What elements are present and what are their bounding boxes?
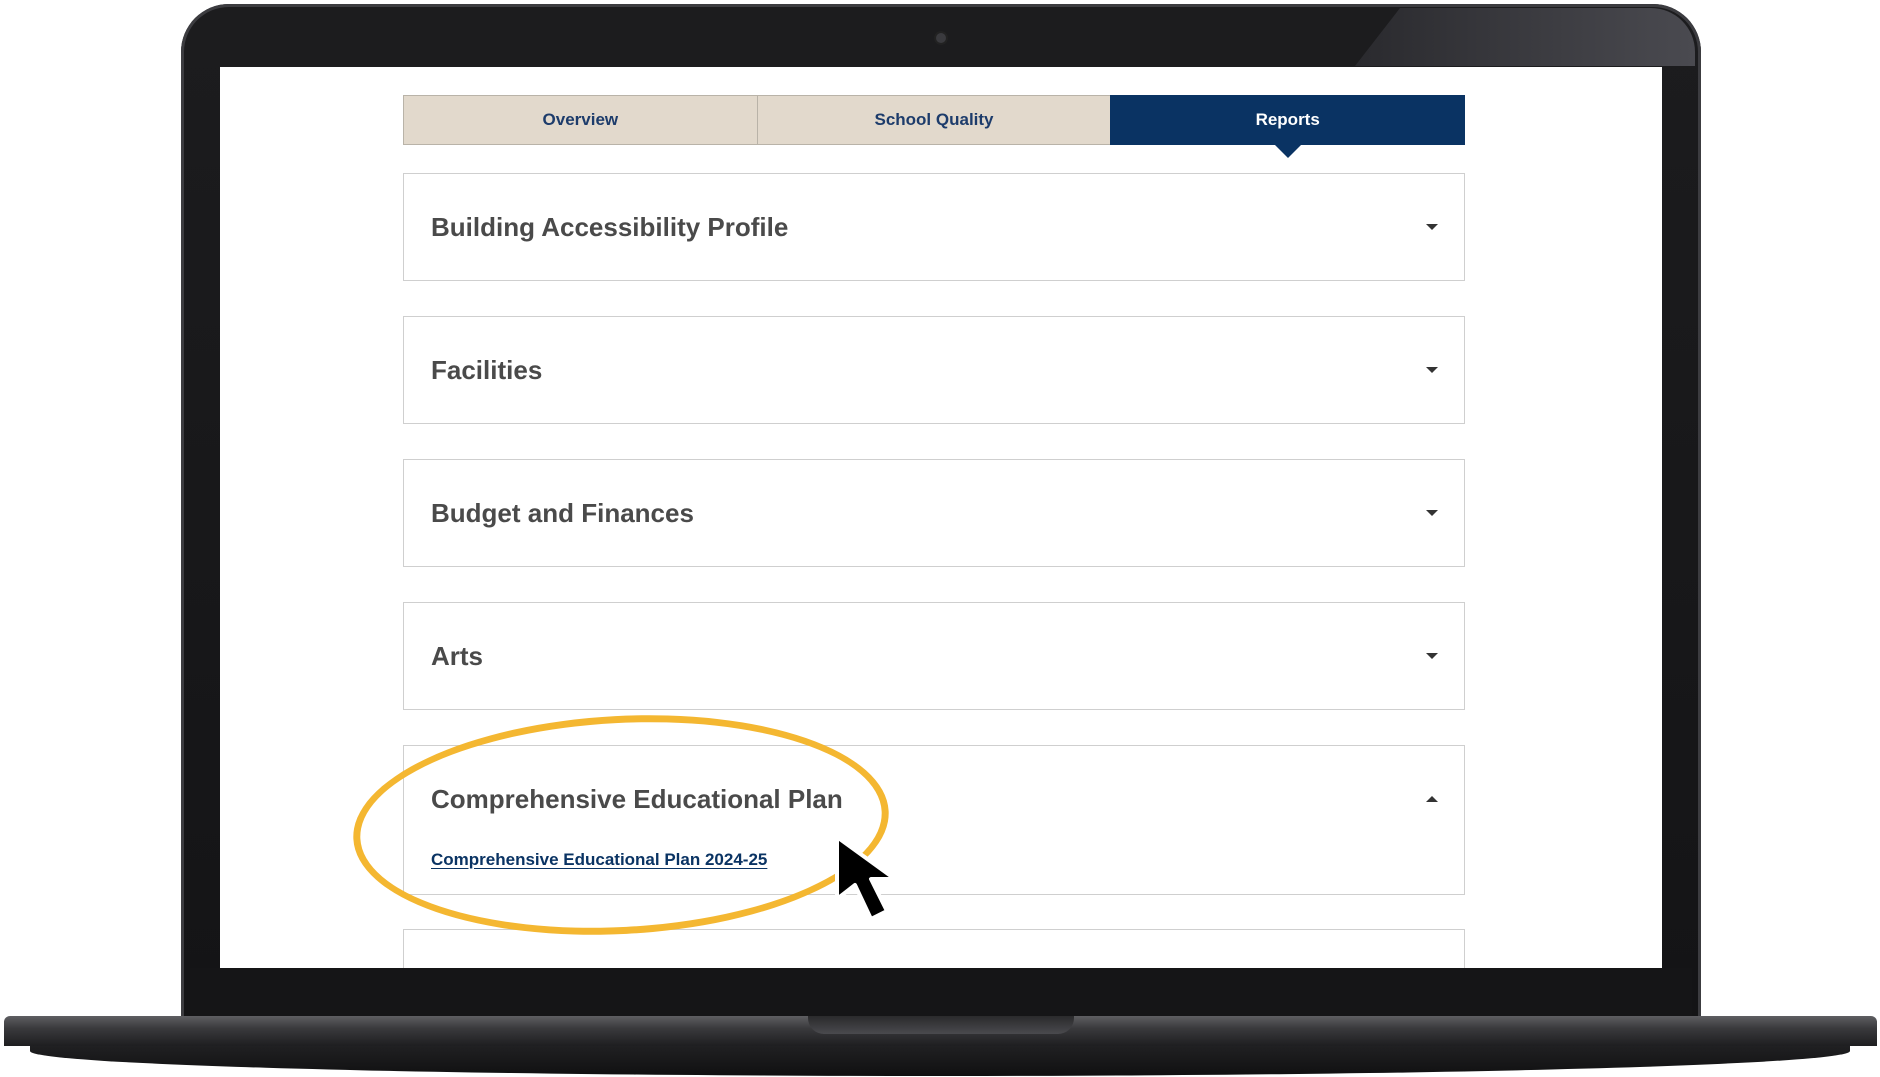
accordion-title: Arts bbox=[431, 640, 484, 671]
accordion-title: Budget and Finances bbox=[431, 497, 694, 528]
tab-reports[interactable]: Reports bbox=[1110, 95, 1466, 158]
accordion-next bbox=[403, 929, 1465, 968]
tab-overview[interactable]: Overview bbox=[403, 95, 757, 145]
lid-glare bbox=[1355, 8, 1695, 66]
accordion-building-accessibility: Building Accessibility Profile bbox=[403, 173, 1465, 281]
accordion-header[interactable]: Building Accessibility Profile bbox=[404, 174, 1464, 280]
caret-down-icon bbox=[1426, 224, 1438, 230]
accordion-arts: Arts bbox=[403, 602, 1465, 710]
caret-down-icon bbox=[1426, 653, 1438, 659]
caret-down-icon bbox=[1426, 367, 1438, 373]
accordion-header[interactable]: Facilities bbox=[404, 317, 1464, 423]
accordion-title: Facilities bbox=[431, 354, 543, 385]
mouse-cursor-icon bbox=[835, 835, 897, 921]
accordion-facilities: Facilities bbox=[403, 316, 1465, 424]
caret-down-icon bbox=[1426, 510, 1438, 516]
laptop-notch bbox=[808, 1016, 1074, 1034]
accordion-header[interactable]: Arts bbox=[404, 603, 1464, 709]
screen-bezel-bottom bbox=[190, 968, 1692, 1016]
caret-up-icon bbox=[1426, 796, 1438, 802]
laptop-base-bottom bbox=[30, 1046, 1850, 1076]
accordion-budget-finances: Budget and Finances bbox=[403, 459, 1465, 567]
accordion-header[interactable]: Budget and Finances bbox=[404, 460, 1464, 566]
tab-school-quality[interactable]: School Quality bbox=[756, 95, 1111, 145]
tab-bar: Overview School Quality Reports bbox=[403, 95, 1466, 158]
webcam-icon bbox=[936, 33, 946, 43]
accordion-title: Building Accessibility Profile bbox=[431, 211, 789, 242]
